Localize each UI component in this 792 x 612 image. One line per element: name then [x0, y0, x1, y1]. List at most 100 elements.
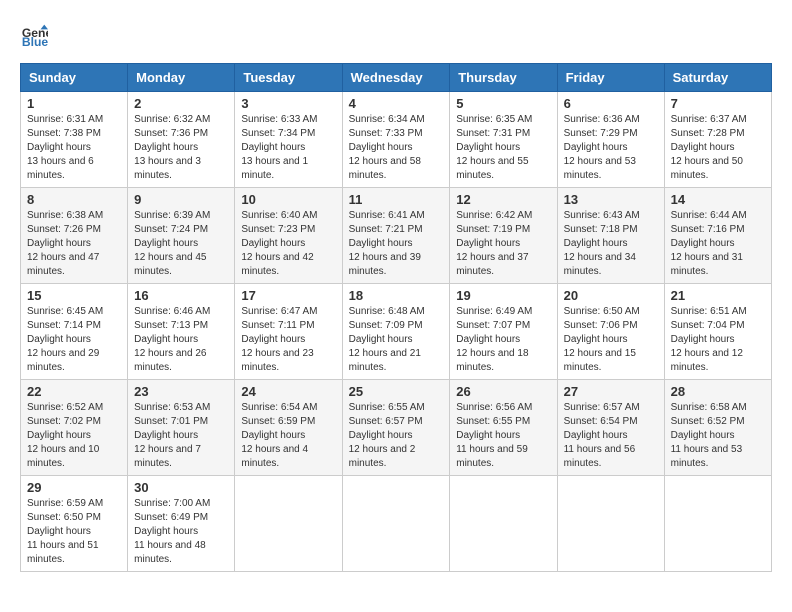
calendar-cell: 29 Sunrise: 6:59 AM Sunset: 6:50 PM Dayl… [21, 476, 128, 572]
daylight-label: Daylight hours [241, 238, 305, 249]
calendar-cell [342, 476, 450, 572]
daylight-value: 12 hours and 4 minutes. [241, 444, 308, 469]
daylight-label: Daylight hours [27, 334, 91, 345]
day-number: 11 [349, 192, 444, 207]
sunset-label: Sunset: 7:11 PM [241, 320, 314, 331]
sunset-label: Sunset: 7:23 PM [241, 224, 315, 235]
day-number: 28 [671, 384, 765, 399]
day-info: Sunrise: 6:40 AM Sunset: 7:23 PM Dayligh… [241, 209, 335, 279]
sunset-label: Sunset: 7:04 PM [671, 320, 745, 331]
day-number: 4 [349, 96, 444, 111]
day-info: Sunrise: 6:31 AM Sunset: 7:38 PM Dayligh… [27, 113, 121, 183]
sunset-label: Sunset: 7:06 PM [564, 320, 638, 331]
daylight-label: Daylight hours [27, 430, 91, 441]
calendar-cell: 18 Sunrise: 6:48 AM Sunset: 7:09 PM Dayl… [342, 284, 450, 380]
sunrise-label: Sunrise: 6:33 AM [241, 114, 317, 125]
calendar-cell: 24 Sunrise: 6:54 AM Sunset: 6:59 PM Dayl… [235, 380, 342, 476]
daylight-label: Daylight hours [241, 142, 305, 153]
day-info: Sunrise: 6:47 AM Sunset: 7:11 PM Dayligh… [241, 305, 335, 375]
day-number: 12 [456, 192, 550, 207]
sunset-label: Sunset: 7:21 PM [349, 224, 423, 235]
sunrise-label: Sunrise: 6:43 AM [564, 210, 640, 221]
calendar-cell: 10 Sunrise: 6:40 AM Sunset: 7:23 PM Dayl… [235, 188, 342, 284]
day-info: Sunrise: 6:39 AM Sunset: 7:24 PM Dayligh… [134, 209, 228, 279]
calendar-cell: 25 Sunrise: 6:55 AM Sunset: 6:57 PM Dayl… [342, 380, 450, 476]
daylight-value: 12 hours and 7 minutes. [134, 444, 201, 469]
daylight-value: 13 hours and 3 minutes. [134, 156, 201, 181]
day-info: Sunrise: 6:37 AM Sunset: 7:28 PM Dayligh… [671, 113, 765, 183]
day-info: Sunrise: 6:52 AM Sunset: 7:02 PM Dayligh… [27, 401, 121, 471]
sunset-label: Sunset: 7:16 PM [671, 224, 745, 235]
day-number: 19 [456, 288, 550, 303]
sunrise-label: Sunrise: 6:45 AM [27, 306, 103, 317]
sunset-label: Sunset: 6:55 PM [456, 416, 530, 427]
sunrise-label: Sunrise: 6:52 AM [27, 402, 103, 413]
sunrise-label: Sunrise: 6:57 AM [564, 402, 640, 413]
day-info: Sunrise: 6:34 AM Sunset: 7:33 PM Dayligh… [349, 113, 444, 183]
day-number: 9 [134, 192, 228, 207]
daylight-label: Daylight hours [564, 334, 628, 345]
calendar-cell: 15 Sunrise: 6:45 AM Sunset: 7:14 PM Dayl… [21, 284, 128, 380]
sunrise-label: Sunrise: 6:51 AM [671, 306, 747, 317]
daylight-label: Daylight hours [134, 430, 198, 441]
daylight-value: 11 hours and 51 minutes. [27, 540, 99, 565]
sunrise-label: Sunrise: 6:42 AM [456, 210, 532, 221]
sunset-label: Sunset: 7:24 PM [134, 224, 208, 235]
day-number: 13 [564, 192, 658, 207]
daylight-label: Daylight hours [456, 430, 520, 441]
weekday-header-wednesday: Wednesday [342, 64, 450, 92]
sunrise-label: Sunrise: 6:48 AM [349, 306, 425, 317]
calendar-week-4: 22 Sunrise: 6:52 AM Sunset: 7:02 PM Dayl… [21, 380, 772, 476]
daylight-value: 12 hours and 47 minutes. [27, 252, 99, 277]
calendar-cell: 14 Sunrise: 6:44 AM Sunset: 7:16 PM Dayl… [664, 188, 771, 284]
calendar-cell [664, 476, 771, 572]
sunrise-label: Sunrise: 6:55 AM [349, 402, 425, 413]
calendar-cell: 17 Sunrise: 6:47 AM Sunset: 7:11 PM Dayl… [235, 284, 342, 380]
day-number: 1 [27, 96, 121, 111]
day-number: 6 [564, 96, 658, 111]
day-number: 25 [349, 384, 444, 399]
daylight-value: 12 hours and 39 minutes. [349, 252, 421, 277]
sunrise-label: Sunrise: 6:37 AM [671, 114, 747, 125]
daylight-label: Daylight hours [671, 334, 735, 345]
daylight-label: Daylight hours [349, 430, 413, 441]
calendar-cell: 4 Sunrise: 6:34 AM Sunset: 7:33 PM Dayli… [342, 92, 450, 188]
sunset-label: Sunset: 6:54 PM [564, 416, 638, 427]
day-number: 20 [564, 288, 658, 303]
day-number: 21 [671, 288, 765, 303]
daylight-label: Daylight hours [134, 526, 198, 537]
sunset-label: Sunset: 6:52 PM [671, 416, 745, 427]
day-info: Sunrise: 6:46 AM Sunset: 7:13 PM Dayligh… [134, 305, 228, 375]
calendar-cell [450, 476, 557, 572]
day-info: Sunrise: 6:55 AM Sunset: 6:57 PM Dayligh… [349, 401, 444, 471]
calendar-cell: 16 Sunrise: 6:46 AM Sunset: 7:13 PM Dayl… [128, 284, 235, 380]
calendar-week-5: 29 Sunrise: 6:59 AM Sunset: 6:50 PM Dayl… [21, 476, 772, 572]
daylight-value: 12 hours and 10 minutes. [27, 444, 99, 469]
daylight-label: Daylight hours [564, 238, 628, 249]
daylight-value: 12 hours and 31 minutes. [671, 252, 743, 277]
calendar-cell: 12 Sunrise: 6:42 AM Sunset: 7:19 PM Dayl… [450, 188, 557, 284]
daylight-value: 13 hours and 6 minutes. [27, 156, 94, 181]
day-info: Sunrise: 6:32 AM Sunset: 7:36 PM Dayligh… [134, 113, 228, 183]
day-number: 23 [134, 384, 228, 399]
day-info: Sunrise: 6:57 AM Sunset: 6:54 PM Dayligh… [564, 401, 658, 471]
sunrise-label: Sunrise: 6:34 AM [349, 114, 425, 125]
weekday-header-row: SundayMondayTuesdayWednesdayThursdayFrid… [21, 64, 772, 92]
daylight-value: 12 hours and 21 minutes. [349, 348, 421, 373]
sunset-label: Sunset: 7:02 PM [27, 416, 101, 427]
calendar-cell: 20 Sunrise: 6:50 AM Sunset: 7:06 PM Dayl… [557, 284, 664, 380]
daylight-label: Daylight hours [134, 238, 198, 249]
daylight-value: 12 hours and 34 minutes. [564, 252, 636, 277]
daylight-value: 12 hours and 12 minutes. [671, 348, 743, 373]
weekday-header-thursday: Thursday [450, 64, 557, 92]
sunrise-label: Sunrise: 6:50 AM [564, 306, 640, 317]
daylight-value: 12 hours and 26 minutes. [134, 348, 206, 373]
sunset-label: Sunset: 7:13 PM [134, 320, 208, 331]
sunset-label: Sunset: 7:18 PM [564, 224, 638, 235]
calendar-cell: 9 Sunrise: 6:39 AM Sunset: 7:24 PM Dayli… [128, 188, 235, 284]
calendar-cell: 2 Sunrise: 6:32 AM Sunset: 7:36 PM Dayli… [128, 92, 235, 188]
day-info: Sunrise: 6:44 AM Sunset: 7:16 PM Dayligh… [671, 209, 765, 279]
daylight-label: Daylight hours [671, 238, 735, 249]
daylight-label: Daylight hours [456, 142, 520, 153]
day-info: Sunrise: 6:42 AM Sunset: 7:19 PM Dayligh… [456, 209, 550, 279]
